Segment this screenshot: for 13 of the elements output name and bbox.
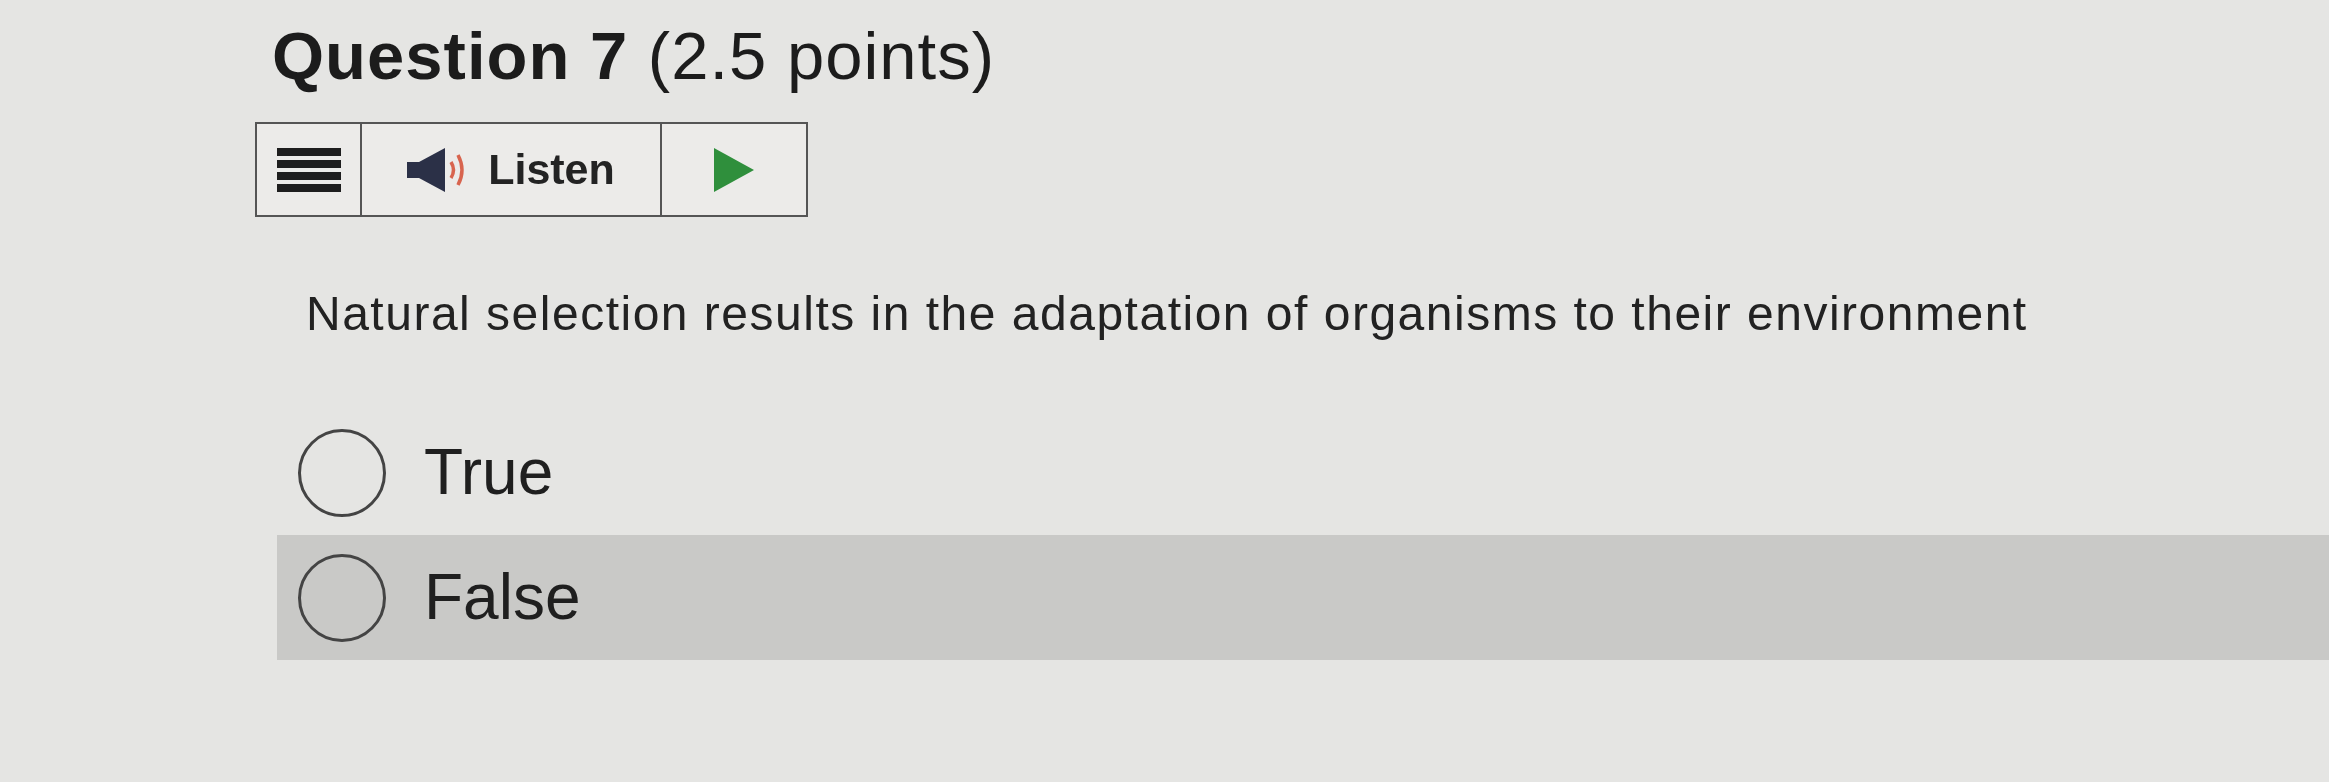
menu-button[interactable] <box>255 122 362 218</box>
answer-option[interactable]: True <box>277 410 2329 536</box>
listen-button[interactable]: Listen <box>362 122 662 218</box>
play-button[interactable] <box>662 122 808 218</box>
answer-option[interactable]: False <box>277 535 2329 661</box>
radio-button[interactable] <box>298 428 386 517</box>
option-label: True <box>424 436 554 510</box>
radio-button[interactable] <box>298 553 386 642</box>
option-label: False <box>424 561 581 635</box>
menu-icon <box>276 147 341 192</box>
question-title: Question 7 (2.5 points) <box>272 17 995 95</box>
play-icon <box>714 147 754 192</box>
question-text: Natural selection results in the adaptation of organisms to their environment <box>306 286 2028 343</box>
